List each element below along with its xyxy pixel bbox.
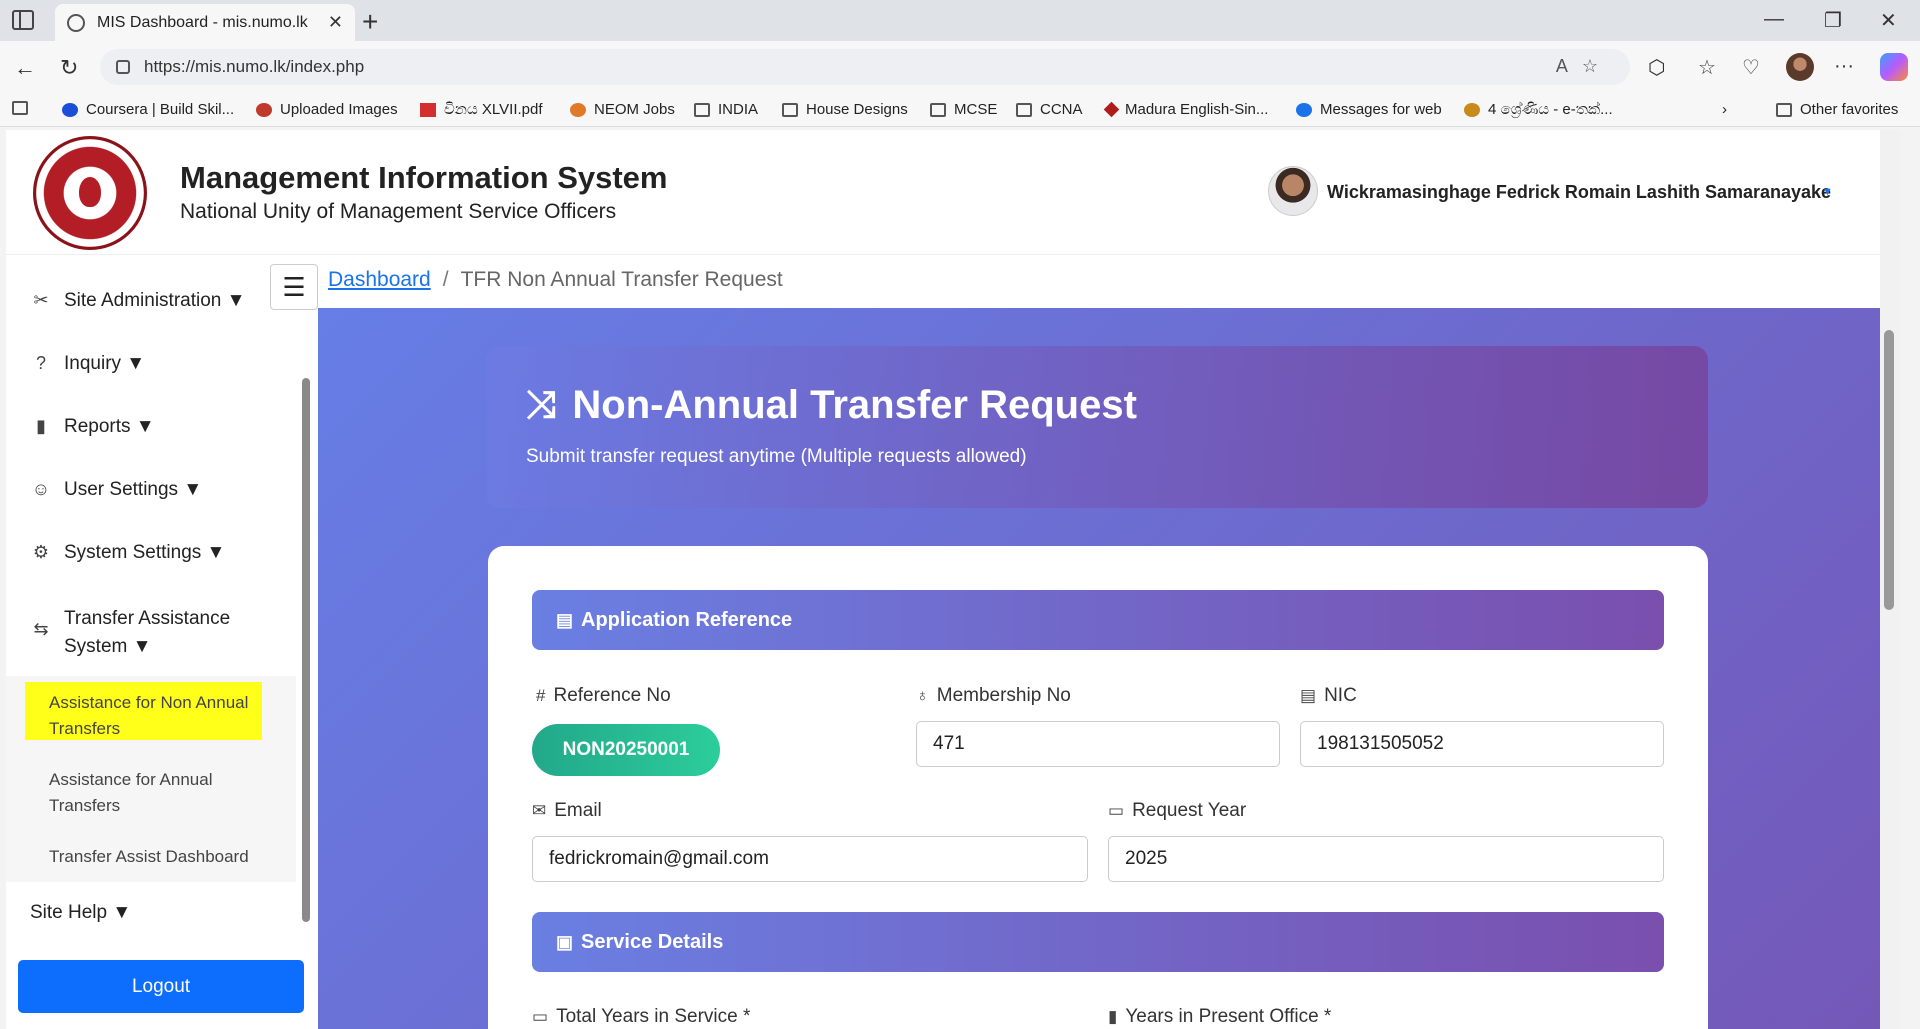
calendar-check-icon: ▭ (532, 1007, 549, 1026)
address-bar: ← ↻ https://mis.numo.lk/index.php A☆ ⬡ ☆… (0, 41, 1920, 95)
building-icon: ▮ (1108, 1007, 1118, 1026)
favorite-mcse[interactable]: MCSE (930, 101, 997, 118)
nic-label: ▤ NIC (1300, 685, 1357, 706)
breadcrumb-dashboard-link[interactable]: Dashboard (328, 268, 431, 292)
profile-avatar[interactable] (1786, 53, 1814, 81)
favorite-india[interactable]: INDIA (694, 101, 758, 118)
total-years-label: ▭ Total Years in Service * (532, 1006, 751, 1027)
submenu-item-annual[interactable]: Assistance for Annual Transfers (49, 767, 212, 819)
membership-field[interactable]: 471 (916, 721, 1280, 767)
present-office-label: ▮ Years in Present Office * (1108, 1006, 1332, 1027)
section-service-details: ▣ Service Details (532, 912, 1664, 972)
page-title: ⤨ Non-Annual Transfer Request (526, 383, 1137, 427)
logout-button[interactable]: Logout (18, 960, 304, 1013)
caret-down-icon[interactable]: ▼ (1822, 186, 1833, 198)
site-subtitle: National Unity of Management Service Off… (180, 200, 617, 223)
close-tab-icon[interactable]: ✕ (328, 12, 343, 33)
url-field[interactable]: https://mis.numo.lk/index.php A☆ (100, 49, 1630, 85)
favorite-ccna[interactable]: CCNA (1016, 101, 1083, 118)
favorite-messages[interactable]: Messages for web (1296, 101, 1442, 118)
reference-badge: NON20250001 (532, 724, 720, 776)
favorite-house-designs[interactable]: House Designs (782, 101, 908, 118)
new-tab-icon[interactable]: + (362, 6, 378, 38)
award-icon: ♁ (916, 686, 929, 705)
extensions-icon[interactable]: ⬡ (1648, 55, 1665, 80)
sidebar-item-user-settings[interactable]: ☺ User Settings ▼ (30, 479, 202, 501)
favorites-bar-icon[interactable] (12, 101, 36, 115)
membership-label: ♁ Membership No (916, 685, 1071, 706)
sidebar-item-system-settings[interactable]: ⚙ System Settings ▼ (30, 542, 225, 564)
back-icon[interactable]: ← (14, 55, 36, 81)
email-label: ✉ Email (532, 800, 602, 821)
tools-icon: ✂ (33, 290, 49, 310)
breadcrumb: Dashboard / TFR Non Annual Transfer Requ… (328, 268, 783, 292)
document-icon: ▤ (556, 609, 574, 630)
question-icon: ? (35, 353, 46, 373)
gear-icon: ⚙ (32, 542, 50, 562)
favorite-neom-jobs[interactable]: NEOM Jobs (570, 101, 675, 118)
browser-tab-bar: MIS Dashboard - mis.numo.lk ✕ + — ❐ ✕ (0, 0, 1920, 41)
request-year-field[interactable]: 2025 (1108, 836, 1664, 882)
section-application-reference: ▤ Application Reference (532, 590, 1664, 650)
refresh-icon[interactable]: ↻ (60, 55, 78, 81)
shuffle-icon: ⤨ (526, 384, 557, 426)
site-header: Management Information System National U… (6, 130, 1900, 255)
breadcrumb-current: TFR Non Annual Transfer Request (460, 268, 783, 291)
favorite-uploaded-images[interactable]: Uploaded Images (256, 101, 398, 118)
favorites-icon[interactable]: ☆ (1698, 55, 1716, 80)
more-icon[interactable]: ··· (1834, 55, 1854, 78)
copilot-icon[interactable] (1880, 53, 1908, 81)
calendar-icon: ▭ (1108, 801, 1125, 820)
nic-field[interactable]: 198131505052 (1300, 721, 1664, 767)
chevron-right-icon[interactable]: › (1722, 101, 1727, 118)
health-icon[interactable]: ♡ (1742, 55, 1760, 80)
minimize-icon[interactable]: — (1764, 8, 1784, 31)
sidebar-item-site-administration[interactable]: ✂ Site Administration ▼ (30, 290, 245, 312)
hash-icon: # (536, 686, 546, 705)
favorite-madura[interactable]: Madura English-Sin... (1103, 101, 1268, 118)
briefcase-icon: ▣ (556, 931, 574, 952)
menu-toggle-button[interactable]: ☰ (270, 264, 318, 310)
site-info-icon[interactable] (116, 60, 130, 74)
organization-logo (33, 136, 147, 250)
sidebar-scrollbar[interactable] (302, 378, 310, 922)
tab-title: MIS Dashboard - mis.numo.lk (97, 13, 308, 31)
url-text: https://mis.numo.lk/index.php (144, 57, 365, 76)
page-subtitle: Submit transfer request anytime (Multipl… (526, 446, 1027, 467)
favorites-bar: Coursera | Build Skil... Uploaded Images… (0, 95, 1920, 127)
breadcrumb-separator: / (442, 268, 449, 291)
submenu-item-dashboard[interactable]: Transfer Assist Dashboard (49, 844, 249, 870)
envelope-icon: ✉ (532, 801, 547, 820)
tab-actions-icon[interactable] (12, 10, 34, 30)
favorite-coursera[interactable]: Coursera | Build Skil... (62, 101, 234, 118)
read-aloud-favorite-icons[interactable]: A☆ (1556, 56, 1612, 77)
sidebar-item-inquiry[interactable]: ? Inquiry ▼ (30, 353, 145, 375)
user-avatar[interactable] (1268, 166, 1318, 216)
restore-icon[interactable]: ❐ (1824, 8, 1842, 33)
sidebar-item-reports[interactable]: ▮ Reports ▼ (30, 416, 155, 438)
sidebar-item-transfer-assistance[interactable]: ⇆ Transfer Assistance System ▼ (30, 605, 230, 661)
submenu-item-non-annual[interactable]: Assistance for Non Annual Transfers (49, 690, 248, 742)
reference-label: # Reference No (536, 685, 671, 706)
favorite-other[interactable]: Other favorites (1776, 101, 1898, 118)
user-gear-icon: ☺ (31, 479, 51, 499)
close-window-icon[interactable]: ✕ (1880, 8, 1897, 33)
favorite-e-thaksalawa[interactable]: 4 ශ්‍රේණිය - e-තක්... (1464, 101, 1613, 118)
favorite-pdf[interactable]: විනය XLVII.pdf (420, 101, 543, 118)
arrows-exchange-icon: ⇆ (33, 619, 49, 639)
site-title: Management Information System (180, 160, 668, 195)
browser-tab[interactable]: MIS Dashboard - mis.numo.lk ✕ (55, 4, 355, 41)
sidebar-item-site-help[interactable]: Site Help ▼ (30, 902, 131, 924)
user-name[interactable]: Wickramasinghage Fedrick Romain Lashith … (1327, 182, 1831, 203)
globe-icon (67, 13, 85, 32)
page-scrollbar-thumb[interactable] (1884, 330, 1894, 610)
id-card-icon: ▤ (1300, 686, 1317, 705)
email-field[interactable]: fedrickromain@gmail.com (532, 836, 1088, 882)
bar-chart-icon: ▮ (36, 416, 46, 436)
request-year-label: ▭ Request Year (1108, 800, 1247, 821)
